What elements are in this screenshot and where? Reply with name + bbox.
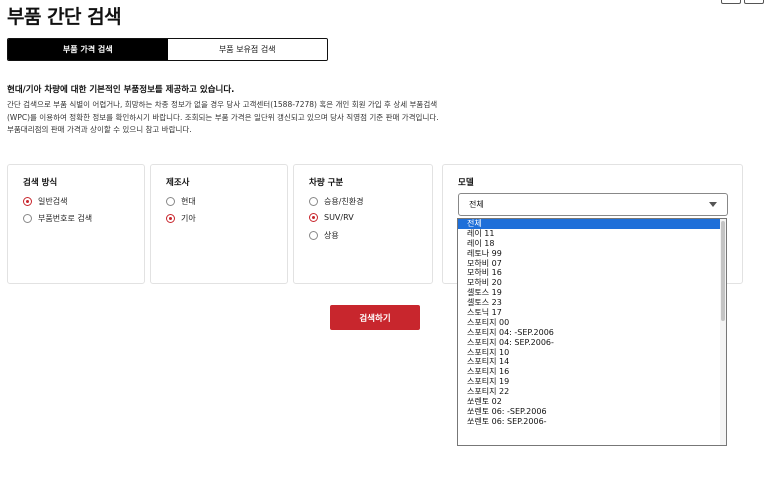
radio-suv-rv[interactable]: SUV/RV — [309, 213, 354, 222]
model-option[interactable]: 스포티지 19 — [458, 377, 720, 387]
model-option[interactable]: 스포티지 00 — [458, 318, 720, 328]
manufacturer-title: 제조사 — [166, 178, 190, 188]
model-option[interactable]: 스포티지 22 — [458, 387, 720, 397]
model-option[interactable]: 스포티지 10 — [458, 348, 720, 358]
radio-indicator[interactable] — [309, 197, 318, 206]
radio-passenger-eco[interactable]: 승용/친환경 — [309, 196, 364, 207]
radio-indicator[interactable] — [166, 197, 175, 206]
intro-line: (WPC)를 이용하여 정확한 정보를 확인하시기 바랍니다. 조회되는 부품 … — [7, 112, 439, 122]
scrollbar-thumb[interactable] — [721, 221, 725, 321]
page-title: 부품 간단 검색 — [7, 6, 122, 28]
model-option[interactable]: 쏘렌토 06: -SEP.2006 — [458, 407, 720, 417]
tab-part-dealer-search[interactable]: 부품 보유점 검색 — [167, 39, 327, 60]
radio-label: 현대 — [181, 197, 196, 206]
radio-label: 승용/친환경 — [324, 197, 364, 206]
search-tabs: 부품 가격 검색 부품 보유점 검색 — [7, 38, 328, 61]
dropdown-scrollbar[interactable] — [720, 219, 726, 445]
radio-kia[interactable]: 기아 — [166, 213, 196, 224]
chevron-down-icon — [709, 202, 717, 207]
model-option[interactable]: 모하비 16 — [458, 268, 720, 278]
model-option[interactable]: 스포티지 04: -SEP.2006 — [458, 328, 720, 338]
model-option[interactable]: 스토닉 17 — [458, 308, 720, 318]
radio-label: 일반검색 — [38, 197, 68, 206]
tab-part-price-search[interactable]: 부품 가격 검색 — [8, 39, 168, 60]
model-option[interactable]: 레이 18 — [458, 239, 720, 249]
intro-section: 현대/기아 차량에 대한 기본적인 부품정보를 제공하고 있습니다. 간단 검색… — [7, 83, 567, 137]
radio-indicator[interactable] — [309, 231, 318, 240]
model-option[interactable]: 스포티지 16 — [458, 367, 720, 377]
model-select[interactable]: 전체 — [458, 193, 728, 216]
model-title: 모델 — [458, 178, 474, 188]
model-option[interactable]: 스포티지 14 — [458, 357, 720, 367]
model-option[interactable]: 모하비 20 — [458, 278, 720, 288]
manufacturer-card: 제조사 현대 기아 — [150, 164, 288, 284]
header-button-2[interactable] — [744, 0, 764, 4]
intro-line: 간단 검색으로 부품 식별이 어렵거나, 희망하는 차종 정보가 없을 경우 당… — [7, 100, 438, 109]
vehicle-type-title: 차량 구분 — [309, 178, 344, 188]
search-method-title: 검색 방식 — [23, 178, 58, 188]
model-option[interactable]: 셀토스 23 — [458, 298, 720, 308]
radio-commercial[interactable]: 상용 — [309, 230, 339, 241]
radio-indicator[interactable] — [309, 213, 318, 222]
radio-label: 상용 — [324, 231, 339, 240]
model-option[interactable]: 모하비 07 — [458, 259, 720, 269]
model-option[interactable]: 전체 — [458, 219, 720, 229]
header-button-1[interactable] — [721, 0, 741, 4]
radio-part-number-search[interactable]: 부품번호로 검색 — [23, 213, 92, 224]
model-option[interactable]: 쏘렌토 06: SEP.2006- — [458, 417, 720, 427]
search-method-card: 검색 방식 일반검색 부품번호로 검색 — [7, 164, 145, 284]
radio-indicator[interactable] — [166, 214, 175, 223]
intro-line: 부품대리점의 판매 가격과 상이할 수 있으니 참고 바랍니다. — [7, 125, 192, 134]
model-option[interactable]: 스포티지 04: SEP.2006- — [458, 338, 720, 348]
radio-indicator[interactable] — [23, 214, 32, 223]
radio-label: 부품번호로 검색 — [38, 214, 93, 223]
vehicle-type-card: 차량 구분 승용/친환경 SUV/RV 상용 — [293, 164, 433, 284]
radio-general-search[interactable]: 일반검색 — [23, 196, 67, 207]
radio-label: 기아 — [181, 214, 196, 223]
model-option[interactable]: 셀토스 19 — [458, 288, 720, 298]
model-option[interactable]: 쏘렌토 02 — [458, 397, 720, 407]
model-dropdown-list[interactable]: 전체 레이 11 레이 18 레토나 99 모하비 07 모하비 16 모하비 20 셀토스 … — [457, 218, 727, 446]
model-option[interactable]: 레토나 99 — [458, 249, 720, 259]
model-select-value: 전체 — [469, 200, 484, 209]
radio-indicator[interactable] — [23, 197, 32, 206]
model-options: 전체 레이 11 레이 18 레토나 99 모하비 07 모하비 16 모하비 20 셀토스 … — [458, 219, 720, 427]
radio-hyundai[interactable]: 현대 — [166, 196, 196, 207]
search-button[interactable]: 검색하기 — [330, 305, 420, 330]
radio-label: SUV/RV — [324, 213, 354, 222]
intro-heading: 현대/기아 차량에 대한 기본적인 부품정보를 제공하고 있습니다. — [7, 85, 235, 95]
model-option[interactable]: 레이 11 — [458, 229, 720, 239]
